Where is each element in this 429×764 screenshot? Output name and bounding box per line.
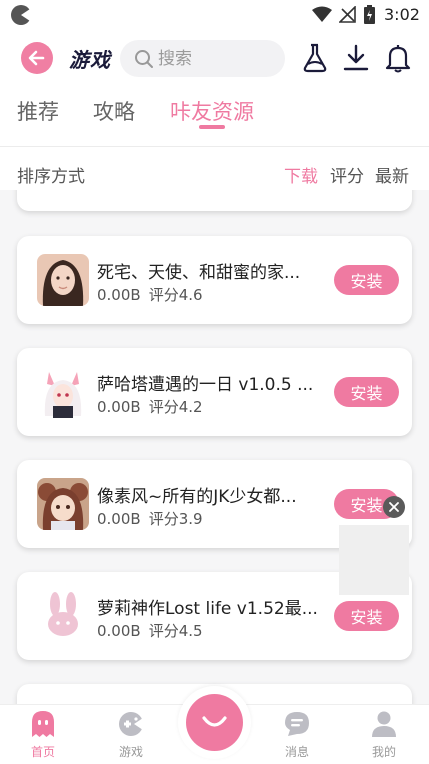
wifi-icon	[312, 6, 332, 22]
nav-label: 我的	[371, 745, 396, 759]
nav-label: 消息	[284, 745, 309, 759]
game-title[interactable]: 死宅、天使、和甜蜜的家...	[97, 258, 325, 283]
game-rating: 评分4.5	[148, 622, 203, 640]
signal-icon	[339, 6, 356, 23]
app-notification-icon	[11, 5, 32, 25]
search-input[interactable]	[158, 46, 278, 71]
game-title[interactable]: 萝莉神作Lost life v1.52最...	[97, 594, 325, 619]
install-button[interactable]: 安装	[334, 601, 399, 631]
active-tab-indicator	[199, 125, 225, 129]
game-list[interactable]: 死宅、天使、和甜蜜的家... 0.00B 评分4.6 安装 萨哈塔遭遇的一日 v1…	[0, 190, 429, 704]
game-meta: 0.00B 评分4.5	[97, 620, 203, 641]
game-thumbnail	[37, 366, 89, 418]
tab-recommend[interactable]: 推荐	[17, 96, 59, 126]
status-time: 3:02	[384, 5, 420, 24]
arrow-left-icon	[28, 50, 45, 66]
game-meta: 0.00B 评分4.6	[97, 284, 203, 305]
person-icon	[372, 711, 396, 737]
tab-kayou-resources[interactable]: 咔友资源	[170, 96, 254, 126]
list-item[interactable]: 萨哈塔遭遇的一日 v1.0.5 ... 0.00B 评分4.2 安装	[17, 348, 412, 436]
nav-games[interactable]: 游戏	[101, 706, 161, 764]
download-icon[interactable]	[342, 43, 370, 73]
back-button[interactable]	[21, 42, 53, 74]
sort-latest[interactable]: 最新	[375, 162, 409, 187]
game-size: 0.00B	[97, 510, 141, 528]
sort-downloads[interactable]: 下载	[284, 162, 318, 187]
list-item[interactable]: 死宅、天使、和甜蜜的家... 0.00B 评分4.6 安装	[17, 236, 412, 324]
center-action-button[interactable]	[186, 694, 243, 751]
search-icon	[135, 50, 153, 68]
divider	[0, 146, 429, 147]
install-button[interactable]: 安装	[334, 265, 399, 295]
nav-home[interactable]: 首页	[13, 706, 73, 764]
search-bar[interactable]	[120, 40, 285, 77]
game-rating: 评分3.9	[148, 510, 203, 528]
smile-icon	[202, 716, 227, 727]
close-icon	[389, 502, 399, 512]
nav-label: 游戏	[118, 745, 143, 759]
list-item[interactable]	[17, 190, 412, 211]
nav-messages[interactable]: 消息	[267, 706, 327, 764]
nav-profile[interactable]: 我的	[354, 706, 414, 764]
status-bar: 3:02	[0, 0, 429, 30]
close-floating-button[interactable]	[383, 496, 405, 518]
battery-icon	[364, 5, 375, 24]
game-size: 0.00B	[97, 622, 141, 640]
page-title: 游戏	[69, 48, 111, 72]
install-button[interactable]: 安装	[334, 377, 399, 407]
game-meta: 0.00B 评分3.9	[97, 508, 203, 529]
game-thumbnail	[37, 254, 89, 306]
game-thumbnail	[37, 590, 89, 642]
game-size: 0.00B	[97, 398, 141, 416]
chat-icon	[285, 712, 309, 736]
floating-ad-box[interactable]	[339, 525, 409, 595]
game-title[interactable]: 萨哈塔遭遇的一日 v1.0.5 ...	[97, 370, 325, 395]
sort-label: 排序方式	[17, 167, 85, 187]
game-rating: 评分4.6	[148, 286, 203, 304]
game-meta: 0.00B 评分4.2	[97, 396, 203, 417]
sort-rating[interactable]: 评分	[330, 162, 364, 187]
gamepad-icon	[119, 712, 143, 736]
nav-label: 首页	[30, 745, 55, 759]
game-size: 0.00B	[97, 286, 141, 304]
ghost-icon	[32, 711, 54, 737]
game-rating: 评分4.2	[148, 398, 203, 416]
flask-icon[interactable]	[301, 43, 329, 73]
tab-guides[interactable]: 攻略	[93, 96, 135, 126]
game-title[interactable]: 像素风~所有的JK少女都...	[97, 482, 325, 507]
game-thumbnail	[37, 478, 89, 530]
bell-icon[interactable]	[384, 43, 412, 73]
